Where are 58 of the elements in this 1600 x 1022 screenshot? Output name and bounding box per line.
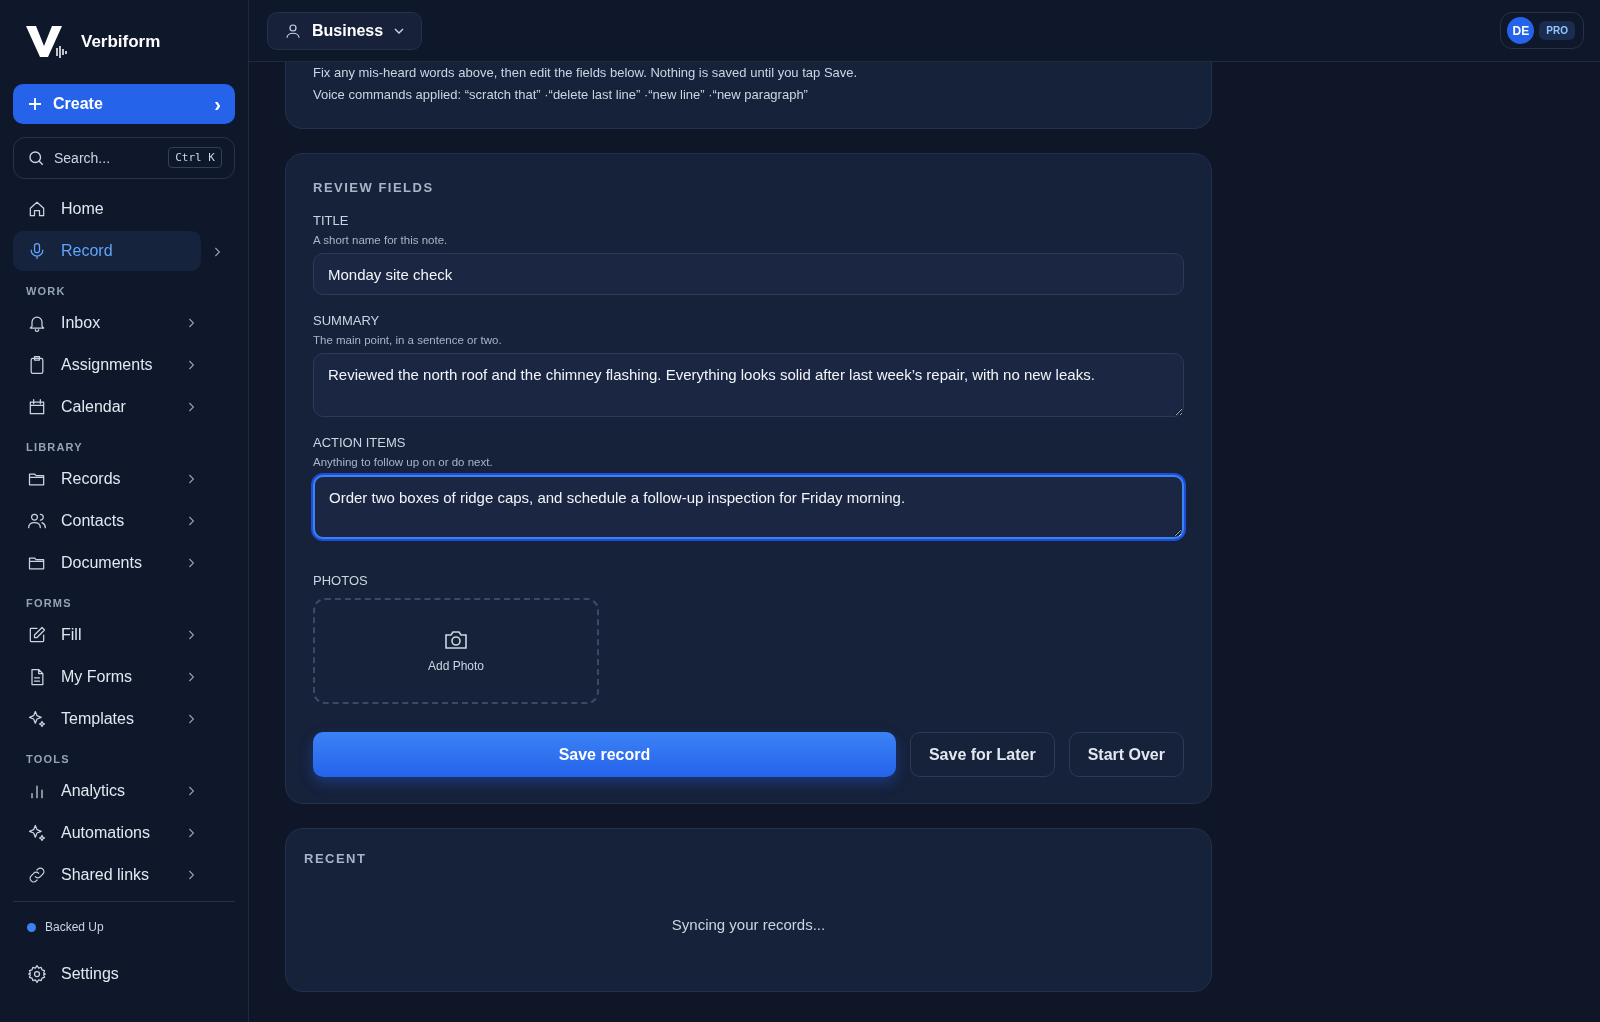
section-heading: TOOLS bbox=[25, 752, 71, 767]
nav-item[interactable]: Contacts bbox=[13, 501, 209, 541]
nav-item[interactable]: Assignments bbox=[13, 345, 209, 385]
nav-item[interactable]: My Forms bbox=[13, 657, 209, 697]
brand-name: Verbiform bbox=[81, 32, 161, 52]
secondary-button[interactable]: Start Over bbox=[1068, 732, 1184, 777]
sparkle-icon bbox=[27, 823, 47, 843]
field-label: ACTION ITEMS bbox=[313, 435, 407, 450]
user-icon bbox=[284, 21, 302, 40]
loading-message: Syncing your records... bbox=[670, 916, 827, 933]
secondary-button[interactable]: Save for Later bbox=[909, 732, 1055, 777]
field-hint: A short name for this note. bbox=[313, 234, 449, 246]
search-icon bbox=[27, 149, 45, 167]
plus-icon bbox=[27, 96, 43, 112]
add-photo-button[interactable]: Add Photo bbox=[313, 598, 599, 704]
nav-item[interactable]: Records bbox=[13, 459, 209, 499]
create-button[interactable]: Create › bbox=[13, 84, 235, 124]
field-hint: The main point, in a sentence or two. bbox=[313, 334, 503, 346]
card-title: RECENT bbox=[304, 851, 368, 866]
nav-item[interactable]: Analytics bbox=[13, 771, 209, 811]
account-badge[interactable]: DE PRO bbox=[1500, 12, 1584, 49]
nav-item[interactable]: Shared links bbox=[13, 855, 209, 895]
edit-icon bbox=[27, 625, 47, 645]
text-area[interactable]: Order two boxes of ridge caps, and schedule a follow-up inspection for Friday morning. bbox=[313, 475, 1184, 539]
card-title: REVIEW FIELDS bbox=[313, 180, 435, 195]
nav-item[interactable]: Automations bbox=[13, 813, 209, 853]
note-text: Voice commands applied: “scratch that” ·“delete last line” ·“new line” ·“new paragraph” bbox=[313, 86, 809, 104]
nav-item[interactable]: Documents bbox=[13, 543, 209, 583]
section-heading: FORMS bbox=[25, 596, 73, 611]
workspace-dropdown[interactable]: Business bbox=[267, 11, 423, 50]
save-button[interactable]: Save record bbox=[313, 732, 896, 777]
avatar: DE bbox=[1507, 17, 1535, 44]
field-hint: Anything to follow up on or do next. bbox=[313, 456, 494, 468]
text-area[interactable]: Reviewed the north roof and the chimney flashing. Everything looks solid after last week’s repair, with no new leaks. bbox=[313, 353, 1184, 417]
plan-badge: PRO bbox=[1539, 21, 1575, 40]
nav-item[interactable]: Home bbox=[13, 189, 201, 229]
nav-item[interactable]: Calendar bbox=[13, 387, 209, 427]
nav-item[interactable]: Fill bbox=[13, 615, 209, 655]
calendar-icon bbox=[27, 397, 47, 417]
section-heading: WORK bbox=[25, 284, 67, 299]
shortcut-key: Ctrl K bbox=[168, 147, 222, 168]
home-icon bbox=[27, 199, 47, 219]
settings-icon bbox=[27, 964, 47, 984]
status-text: Backed Up bbox=[45, 920, 104, 934]
field-label: SUMMARY bbox=[313, 313, 381, 328]
section-heading: LIBRARY bbox=[25, 440, 84, 455]
settings-item[interactable]: Settings bbox=[13, 954, 201, 994]
contacts-icon bbox=[27, 511, 47, 531]
sparkle-icon bbox=[27, 709, 47, 729]
nav-item[interactable]: Templates bbox=[13, 699, 209, 739]
nav-item[interactable]: Inbox bbox=[13, 303, 209, 343]
field-label: PHOTOS bbox=[313, 573, 369, 588]
input-field[interactable]: Monday site check bbox=[313, 253, 1184, 295]
note-text: Fix any mis-heard words above, then edit the fields below. Nothing is saved until you tap Save. bbox=[313, 64, 859, 82]
field-label: TITLE bbox=[313, 213, 350, 228]
camera-icon bbox=[443, 629, 469, 651]
link-icon bbox=[27, 865, 47, 885]
nav-item[interactable]: Record bbox=[13, 231, 201, 271]
